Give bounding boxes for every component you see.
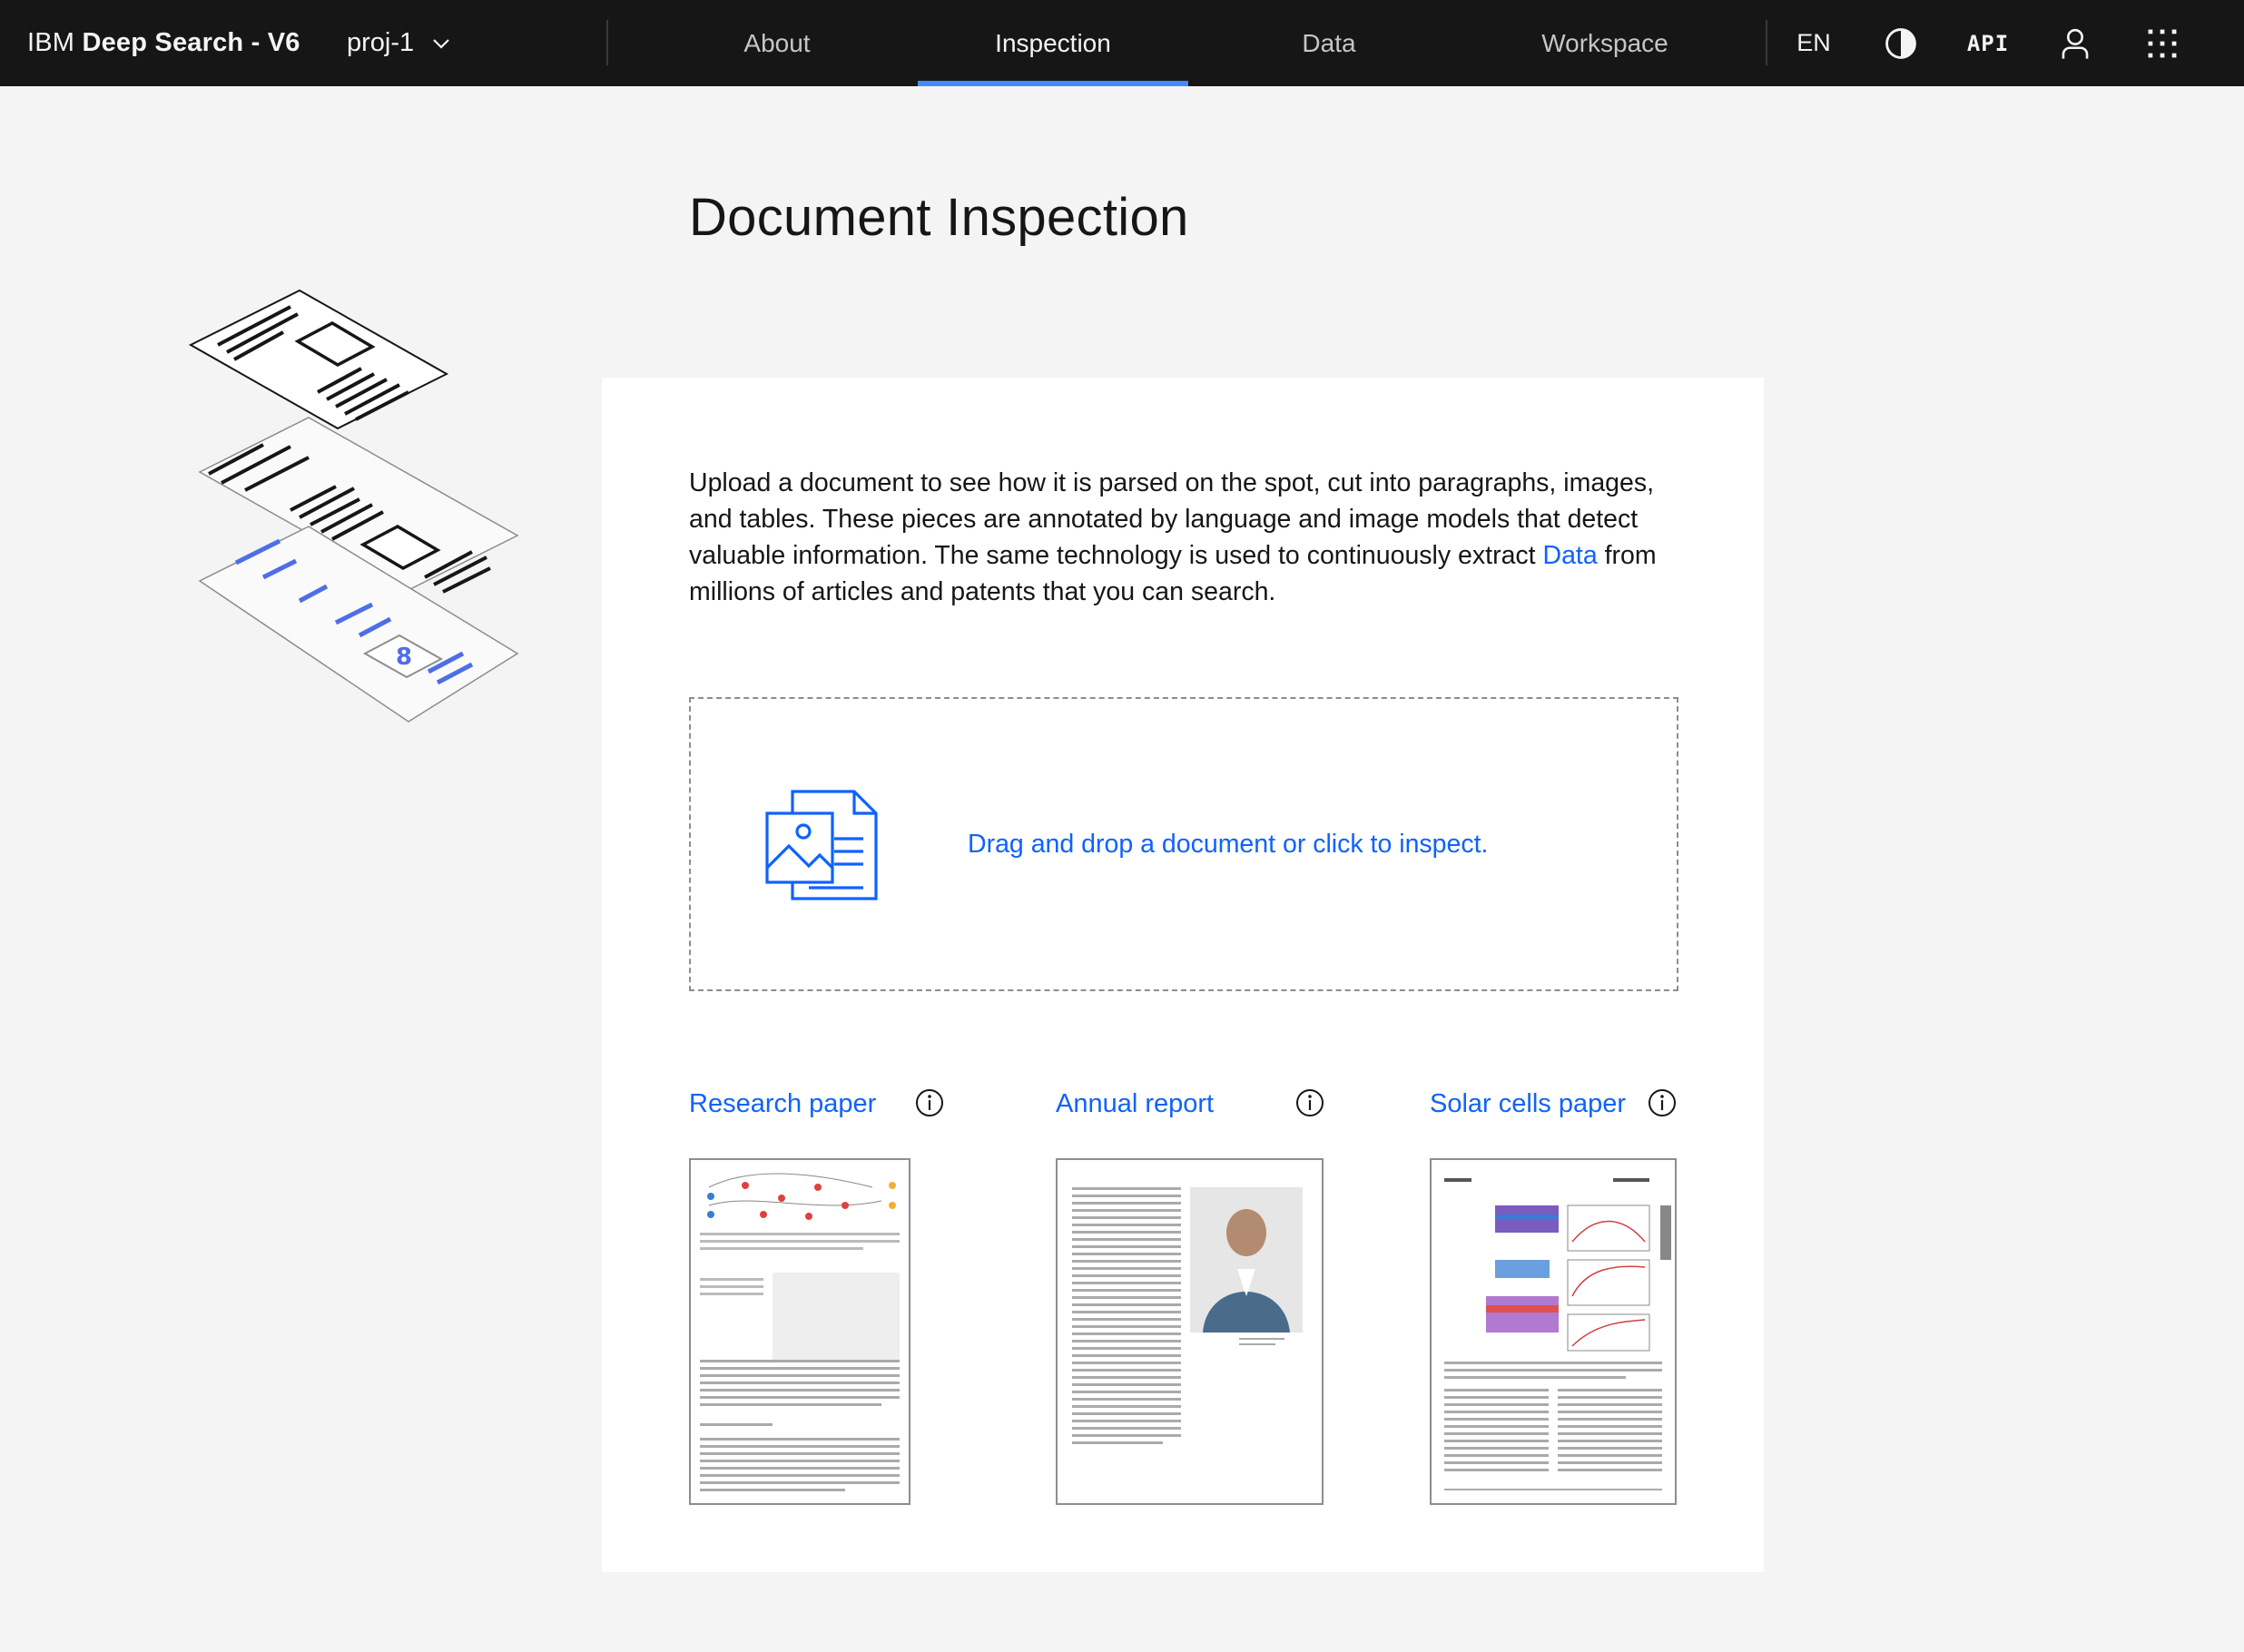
info-icon[interactable] (1647, 1087, 1678, 1118)
api-label: API (1966, 30, 2010, 56)
nav-about[interactable]: About (639, 0, 915, 86)
svg-text:8: 8 (396, 644, 412, 671)
theme-button[interactable] (1857, 0, 1944, 86)
solar-cells-paper-preview (1444, 1178, 1671, 1490)
chevron-down-icon (433, 38, 449, 49)
theme-contrast-icon (1885, 27, 1916, 59)
page-title: Document Inspection (689, 188, 1189, 247)
info-icon[interactable] (914, 1087, 945, 1118)
user-icon (2062, 28, 2089, 59)
document-image-icon (765, 790, 878, 900)
header-divider (1766, 20, 1767, 65)
nav-data[interactable]: Data (1191, 0, 1467, 86)
language-button[interactable]: EN (1770, 0, 1857, 86)
upload-dropzone[interactable]: Drag and drop a document or click to ins… (689, 697, 1678, 991)
header-divider (606, 20, 608, 65)
intro-text: Upload a document to see how it is parse… (689, 465, 1688, 610)
data-link[interactable]: Data (1543, 541, 1598, 570)
sample-link[interactable]: Solar cells paper (1430, 1089, 1626, 1119)
header-actions: EN API (1770, 0, 2206, 86)
brand[interactable]: IBM Deep Search - V6 (27, 0, 300, 86)
sample-link[interactable]: Research paper (689, 1089, 876, 1119)
brand-name: Deep Search - V6 (82, 28, 300, 57)
annual-report-thumbnail[interactable] (1056, 1158, 1324, 1505)
dropzone-label: Drag and drop a document or click to ins… (968, 830, 1489, 859)
nav-workspace[interactable]: Workspace (1467, 0, 1743, 86)
api-button[interactable]: API (1944, 0, 2032, 86)
language-label: EN (1796, 29, 1831, 56)
nav-inspection[interactable]: Inspection (915, 0, 1191, 86)
research-paper-preview (700, 1173, 900, 1491)
app-switcher-button[interactable] (2119, 0, 2206, 86)
document-layers-illustration: 8 (188, 289, 519, 723)
main-nav: About Inspection Data Workspace (639, 0, 1743, 86)
user-button[interactable] (2032, 0, 2119, 86)
sample-annual-report: Annual report (1056, 1077, 1328, 1505)
project-name: proj-1 (347, 28, 415, 57)
inspection-card: Upload a document to see how it is parse… (602, 378, 1764, 1572)
app-switcher-icon (2148, 29, 2177, 57)
research-paper-thumbnail[interactable] (689, 1158, 910, 1505)
sample-solar-cells-paper: Solar cells paper (1430, 1077, 1684, 1505)
annual-report-preview (1072, 1187, 1303, 1444)
solar-cells-paper-thumbnail[interactable] (1430, 1158, 1677, 1505)
project-selector[interactable]: proj-1 (347, 0, 452, 86)
sample-research-paper: Research paper (689, 1077, 952, 1505)
brand-prefix: IBM (27, 28, 75, 57)
top-header: IBM Deep Search - V6 proj-1 About Inspec… (0, 0, 2244, 86)
sample-link[interactable]: Annual report (1056, 1089, 1214, 1119)
intro-text-part: Upload a document to see how it is parse… (689, 468, 1655, 570)
info-icon[interactable] (1294, 1087, 1325, 1118)
